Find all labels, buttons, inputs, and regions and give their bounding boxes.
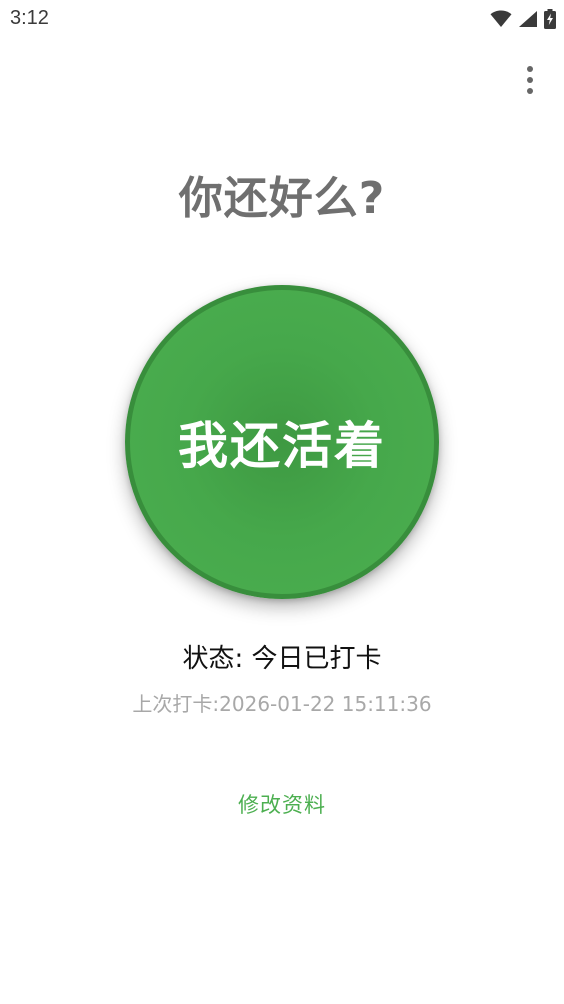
status-icons: [490, 8, 556, 30]
page-title: 你还好么?: [178, 173, 386, 224]
more-vert-icon: [525, 65, 535, 99]
status-bar: 3:12: [0, 0, 564, 40]
checkin-status: 状态: 今日已打卡: [182, 644, 382, 674]
checkin-button-label: 我还活着: [178, 417, 386, 475]
overflow-menu-button[interactable]: [510, 62, 550, 102]
edit-profile-button[interactable]: 修改资料: [212, 780, 352, 828]
checkin-button[interactable]: 我还活着: [125, 285, 439, 599]
app-screen: 3:12 你还好么? 我还活着 状态: 今日已打卡 上次打卡:2026-01-2…: [0, 0, 564, 1004]
battery-charging-icon: [544, 9, 556, 29]
cellular-signal-icon: [518, 10, 538, 28]
status-time: 3:12: [10, 7, 49, 29]
wifi-icon: [490, 10, 512, 28]
last-checkin-time: 上次打卡:2026-01-22 15:11:36: [132, 692, 432, 716]
